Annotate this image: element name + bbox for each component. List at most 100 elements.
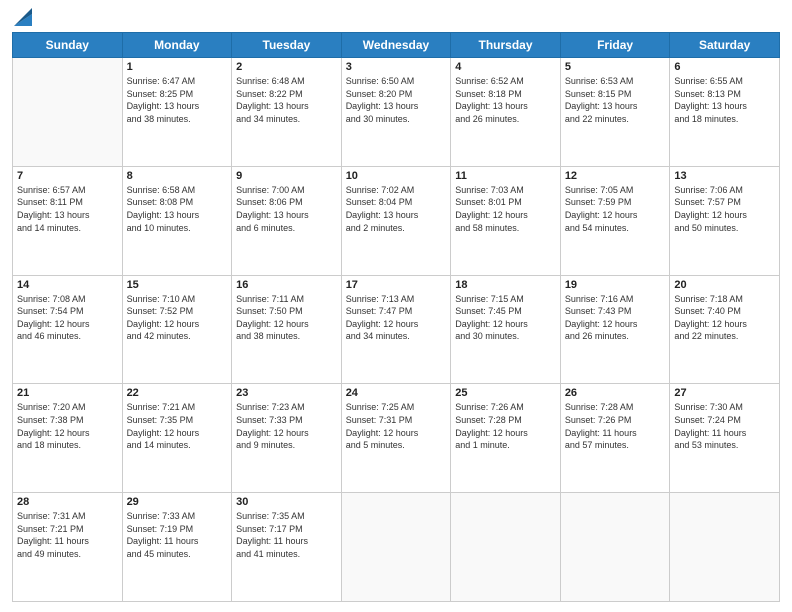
calendar-cell: 11 Sunrise: 7:03 AMSunset: 8:01 PMDayligh…: [451, 166, 561, 275]
cell-info: Sunrise: 7:25 AMSunset: 7:31 PMDaylight:…: [346, 401, 447, 451]
day-number: 28: [17, 496, 118, 508]
calendar-cell: 7 Sunrise: 6:57 AMSunset: 8:11 PMDaylight…: [13, 166, 123, 275]
cell-info: Sunrise: 7:16 AMSunset: 7:43 PMDaylight:…: [565, 293, 666, 343]
day-number: 16: [236, 279, 337, 291]
calendar-cell: 3 Sunrise: 6:50 AMSunset: 8:20 PMDaylight…: [341, 58, 451, 167]
day-number: 9: [236, 170, 337, 182]
calendar-cell: [451, 493, 561, 602]
day-number: 5: [565, 61, 666, 73]
calendar-cell: 27 Sunrise: 7:30 AMSunset: 7:24 PMDayligh…: [670, 384, 780, 493]
calendar-table: SundayMondayTuesdayWednesdayThursdayFrid…: [12, 32, 780, 602]
calendar-cell: 5 Sunrise: 6:53 AMSunset: 8:15 PMDaylight…: [560, 58, 670, 167]
calendar-cell: 22 Sunrise: 7:21 AMSunset: 7:35 PMDayligh…: [122, 384, 232, 493]
calendar-cell: 17 Sunrise: 7:13 AMSunset: 7:47 PMDayligh…: [341, 275, 451, 384]
cell-info: Sunrise: 6:53 AMSunset: 8:15 PMDaylight:…: [565, 75, 666, 125]
cell-info: Sunrise: 7:03 AMSunset: 8:01 PMDaylight:…: [455, 184, 556, 234]
weekday-sunday: Sunday: [13, 33, 123, 58]
calendar-cell: [560, 493, 670, 602]
day-number: 27: [674, 387, 775, 399]
calendar-cell: [341, 493, 451, 602]
day-number: 6: [674, 61, 775, 73]
cell-info: Sunrise: 7:00 AMSunset: 8:06 PMDaylight:…: [236, 184, 337, 234]
day-number: 2: [236, 61, 337, 73]
day-number: 8: [127, 170, 228, 182]
day-number: 14: [17, 279, 118, 291]
calendar-cell: 12 Sunrise: 7:05 AMSunset: 7:59 PMDayligh…: [560, 166, 670, 275]
calendar-cell: 1 Sunrise: 6:47 AMSunset: 8:25 PMDaylight…: [122, 58, 232, 167]
cell-info: Sunrise: 7:30 AMSunset: 7:24 PMDaylight:…: [674, 401, 775, 451]
day-number: 22: [127, 387, 228, 399]
cell-info: Sunrise: 6:57 AMSunset: 8:11 PMDaylight:…: [17, 184, 118, 234]
calendar-cell: 13Sunrise: 7:06 AMSunset: 7:57 PMDayligh…: [670, 166, 780, 275]
calendar-cell: 8 Sunrise: 6:58 AMSunset: 8:08 PMDaylight…: [122, 166, 232, 275]
cell-info: Sunrise: 7:15 AMSunset: 7:45 PMDaylight:…: [455, 293, 556, 343]
day-number: 19: [565, 279, 666, 291]
calendar-cell: 4Sunrise: 6:52 AMSunset: 8:18 PMDaylight…: [451, 58, 561, 167]
logo-icon: [14, 4, 32, 26]
calendar-cell: 9 Sunrise: 7:00 AMSunset: 8:06 PMDaylight…: [232, 166, 342, 275]
calendar-cell: 18 Sunrise: 7:15 AMSunset: 7:45 PMDayligh…: [451, 275, 561, 384]
cell-info: Sunrise: 7:02 AMSunset: 8:04 PMDaylight:…: [346, 184, 447, 234]
day-number: 1: [127, 61, 228, 73]
cell-info: Sunrise: 7:31 AMSunset: 7:21 PMDaylight:…: [17, 510, 118, 560]
weekday-tuesday: Tuesday: [232, 33, 342, 58]
cell-info: Sunrise: 7:20 AMSunset: 7:38 PMDaylight:…: [17, 401, 118, 451]
weekday-monday: Monday: [122, 33, 232, 58]
week-row-5: 28 Sunrise: 7:31 AMSunset: 7:21 PMDayligh…: [13, 493, 780, 602]
calendar-cell: 30 Sunrise: 7:35 AMSunset: 7:17 PMDayligh…: [232, 493, 342, 602]
weekday-header-row: SundayMondayTuesdayWednesdayThursdayFrid…: [13, 33, 780, 58]
cell-info: Sunrise: 7:11 AMSunset: 7:50 PMDaylight:…: [236, 293, 337, 343]
calendar-cell: 15 Sunrise: 7:10 AMSunset: 7:52 PMDayligh…: [122, 275, 232, 384]
cell-info: Sunrise: 7:08 AMSunset: 7:54 PMDaylight:…: [17, 293, 118, 343]
cell-info: Sunrise: 6:58 AMSunset: 8:08 PMDaylight:…: [127, 184, 228, 234]
calendar-cell: 21 Sunrise: 7:20 AMSunset: 7:38 PMDayligh…: [13, 384, 123, 493]
calendar-cell: 2Sunrise: 6:48 AMSunset: 8:22 PMDaylight…: [232, 58, 342, 167]
calendar-cell: [670, 493, 780, 602]
calendar-cell: 23 Sunrise: 7:23 AMSunset: 7:33 PMDayligh…: [232, 384, 342, 493]
cell-info: Sunrise: 7:13 AMSunset: 7:47 PMDaylight:…: [346, 293, 447, 343]
day-number: 7: [17, 170, 118, 182]
day-number: 18: [455, 279, 556, 291]
calendar-cell: 25 Sunrise: 7:26 AMSunset: 7:28 PMDayligh…: [451, 384, 561, 493]
calendar-cell: 28 Sunrise: 7:31 AMSunset: 7:21 PMDayligh…: [13, 493, 123, 602]
cell-info: Sunrise: 7:33 AMSunset: 7:19 PMDaylight:…: [127, 510, 228, 560]
cell-info: Sunrise: 7:23 AMSunset: 7:33 PMDaylight:…: [236, 401, 337, 451]
cell-info: Sunrise: 7:10 AMSunset: 7:52 PMDaylight:…: [127, 293, 228, 343]
day-number: 13: [674, 170, 775, 182]
week-row-2: 7 Sunrise: 6:57 AMSunset: 8:11 PMDaylight…: [13, 166, 780, 275]
calendar-cell: 14 Sunrise: 7:08 AMSunset: 7:54 PMDayligh…: [13, 275, 123, 384]
day-number: 15: [127, 279, 228, 291]
calendar-cell: 6 Sunrise: 6:55 AMSunset: 8:13 PMDaylight…: [670, 58, 780, 167]
day-number: 3: [346, 61, 447, 73]
day-number: 11: [455, 170, 556, 182]
week-row-4: 21 Sunrise: 7:20 AMSunset: 7:38 PMDayligh…: [13, 384, 780, 493]
cell-info: Sunrise: 7:26 AMSunset: 7:28 PMDaylight:…: [455, 401, 556, 451]
cell-info: Sunrise: 7:05 AMSunset: 7:59 PMDaylight:…: [565, 184, 666, 234]
calendar-cell: 29Sunrise: 7:33 AMSunset: 7:19 PMDayligh…: [122, 493, 232, 602]
calendar-cell: 16 Sunrise: 7:11 AMSunset: 7:50 PMDayligh…: [232, 275, 342, 384]
day-number: 30: [236, 496, 337, 508]
weekday-wednesday: Wednesday: [341, 33, 451, 58]
cell-info: Sunrise: 6:47 AMSunset: 8:25 PMDaylight:…: [127, 75, 228, 125]
calendar-cell: [13, 58, 123, 167]
cell-info: Sunrise: 6:55 AMSunset: 8:13 PMDaylight:…: [674, 75, 775, 125]
day-number: 23: [236, 387, 337, 399]
day-number: 25: [455, 387, 556, 399]
day-number: 4: [455, 61, 556, 73]
cell-info: Sunrise: 7:18 AMSunset: 7:40 PMDaylight:…: [674, 293, 775, 343]
day-number: 17: [346, 279, 447, 291]
week-row-3: 14 Sunrise: 7:08 AMSunset: 7:54 PMDayligh…: [13, 275, 780, 384]
calendar-cell: 10 Sunrise: 7:02 AMSunset: 8:04 PMDayligh…: [341, 166, 451, 275]
cell-info: Sunrise: 6:50 AMSunset: 8:20 PMDaylight:…: [346, 75, 447, 125]
calendar-cell: 24Sunrise: 7:25 AMSunset: 7:31 PMDayligh…: [341, 384, 451, 493]
calendar-cell: 20Sunrise: 7:18 AMSunset: 7:40 PMDayligh…: [670, 275, 780, 384]
logo: [12, 14, 32, 26]
day-number: 26: [565, 387, 666, 399]
day-number: 10: [346, 170, 447, 182]
calendar-cell: 19 Sunrise: 7:16 AMSunset: 7:43 PMDayligh…: [560, 275, 670, 384]
cell-info: Sunrise: 7:35 AMSunset: 7:17 PMDaylight:…: [236, 510, 337, 560]
cell-info: Sunrise: 7:21 AMSunset: 7:35 PMDaylight:…: [127, 401, 228, 451]
week-row-1: 1 Sunrise: 6:47 AMSunset: 8:25 PMDaylight…: [13, 58, 780, 167]
day-number: 12: [565, 170, 666, 182]
day-number: 21: [17, 387, 118, 399]
